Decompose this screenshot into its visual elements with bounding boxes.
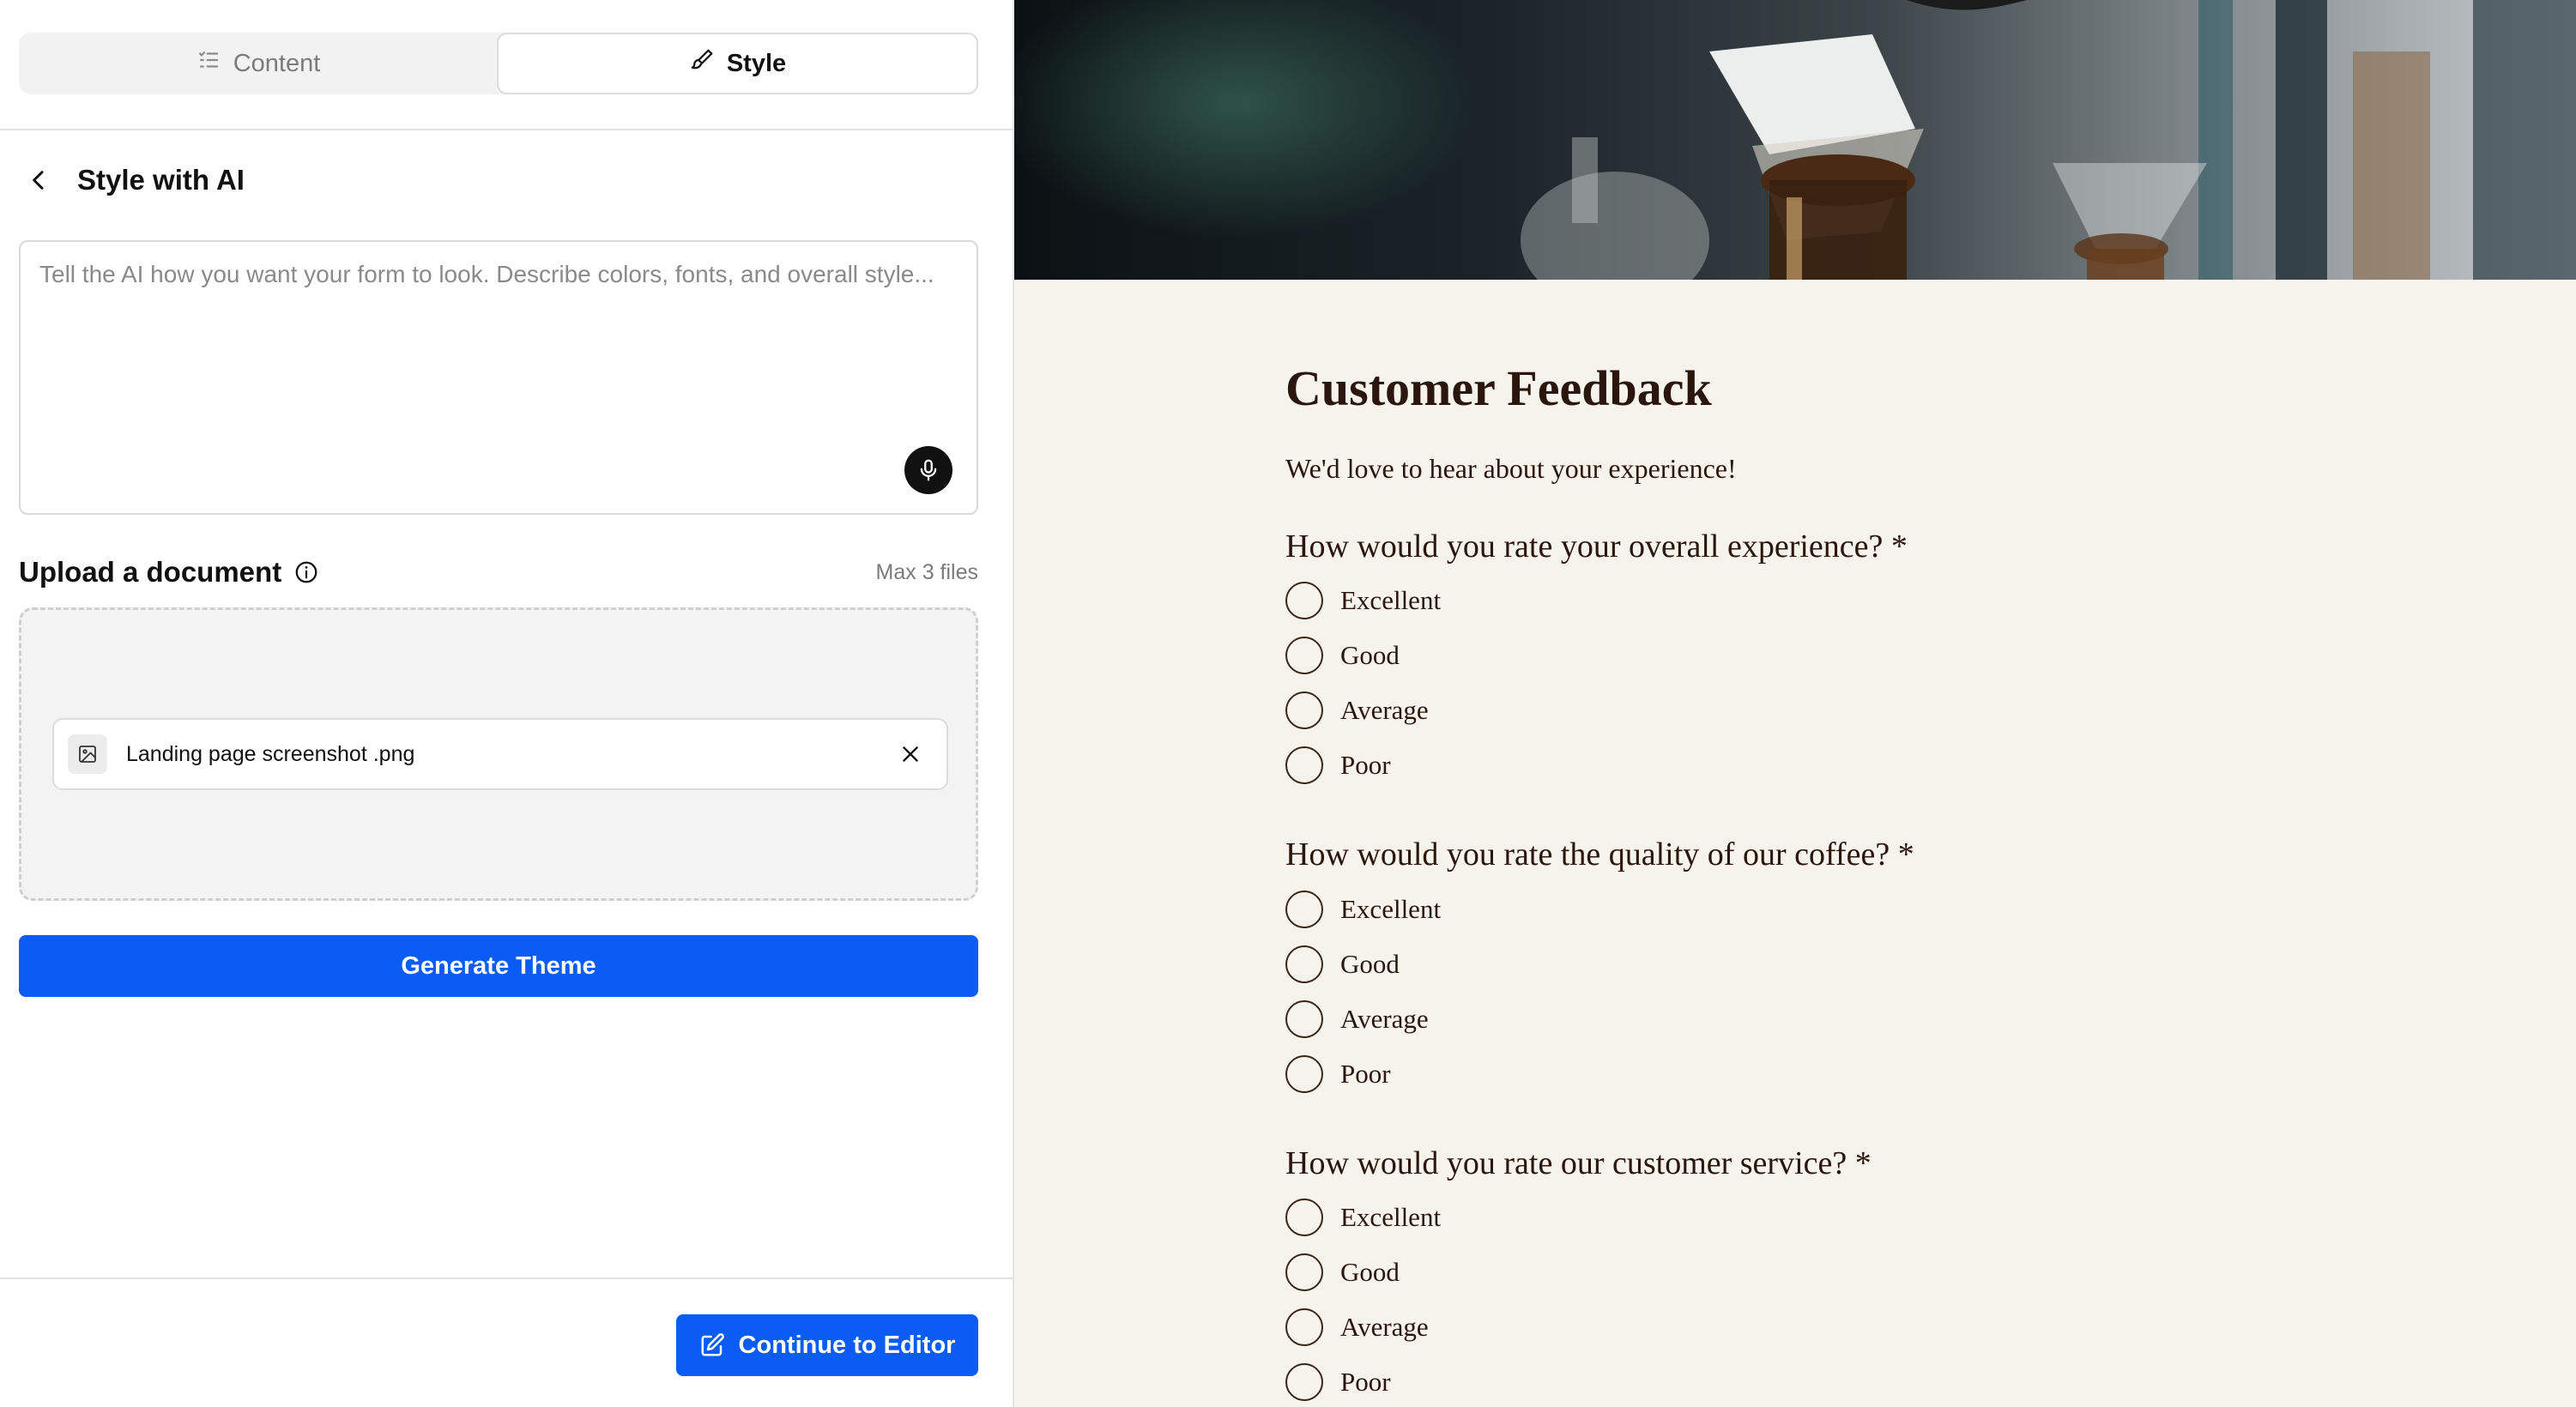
generate-theme-button[interactable]: Generate Theme <box>19 935 978 997</box>
form-title: Customer Feedback <box>1285 360 1712 416</box>
option-label: Good <box>1340 1257 1400 1288</box>
back-button[interactable] <box>26 163 51 197</box>
uploaded-file: Landing page screenshot .png <box>52 718 948 790</box>
tab-style[interactable]: Style <box>497 33 978 94</box>
style-prompt-input[interactable] <box>21 242 977 513</box>
radio-option[interactable]: Average <box>1285 992 2315 1047</box>
radio-button[interactable] <box>1285 999 1323 1038</box>
radio-option[interactable]: Excellent <box>1285 1190 2315 1245</box>
divider <box>0 1277 1013 1279</box>
divider <box>0 129 1013 130</box>
option-label: Excellent <box>1340 585 1442 616</box>
hero-image <box>1014 0 2576 280</box>
radio-button[interactable] <box>1285 890 1323 928</box>
radio-button[interactable] <box>1285 582 1323 620</box>
brush-icon <box>689 47 715 80</box>
question-label: How would you rate your overall experien… <box>1285 528 1908 565</box>
chevron-left-icon <box>33 171 44 190</box>
radio-group: Excellent Good Average Poor <box>1285 573 2315 793</box>
voice-input-button[interactable] <box>904 446 952 494</box>
option-label: Average <box>1340 695 1429 726</box>
continue-label: Continue to Editor <box>738 1331 956 1359</box>
radio-group: Excellent Good Average Poor <box>1285 882 2315 1102</box>
radio-button[interactable] <box>1285 637 1323 675</box>
option-label: Poor <box>1340 750 1391 781</box>
radio-button[interactable] <box>1285 1308 1323 1347</box>
app-window: Content Style Style with AI Tell the AI … <box>0 0 2576 1407</box>
option-label: Poor <box>1340 1058 1391 1089</box>
upload-header: Upload a document Max 3 files <box>19 556 978 589</box>
option-label: Excellent <box>1340 893 1442 924</box>
question-label: How would you rate the quality of our co… <box>1285 836 1914 873</box>
tab-content-label: Content <box>233 49 321 77</box>
radio-option[interactable]: Good <box>1285 1245 2315 1300</box>
question-label: How would you rate our customer service?… <box>1285 1144 1872 1181</box>
question-coffee-quality: How would you rate the quality of our co… <box>1285 836 2315 1102</box>
radio-button[interactable] <box>1285 746 1323 785</box>
radio-option[interactable]: Poor <box>1285 1047 2315 1102</box>
radio-option[interactable]: Average <box>1285 1300 2315 1355</box>
radio-option[interactable]: Excellent <box>1285 573 2315 628</box>
radio-option[interactable]: Good <box>1285 937 2315 992</box>
option-label: Average <box>1340 1003 1429 1034</box>
question-customer-service: How would you rate our customer service?… <box>1285 1144 2315 1407</box>
option-label: Average <box>1340 1312 1429 1343</box>
info-icon[interactable] <box>293 559 319 585</box>
radio-option[interactable]: Poor <box>1285 1355 2315 1407</box>
form-preview: Customer Feedback We'd love to hear abou… <box>1014 0 2576 1407</box>
tab-content[interactable]: Content <box>19 33 497 94</box>
panel-tabs: Content Style <box>19 33 978 94</box>
option-label: Good <box>1340 948 1400 979</box>
question-overall-experience: How would you rate your overall experien… <box>1285 528 2315 794</box>
option-label: Poor <box>1340 1367 1391 1398</box>
option-label: Good <box>1340 640 1400 671</box>
radio-option[interactable]: Excellent <box>1285 882 2315 937</box>
close-icon <box>903 746 918 762</box>
radio-group: Excellent Good Average Poor <box>1285 1190 2315 1407</box>
max-files-note: Max 3 files <box>875 559 978 584</box>
radio-button[interactable] <box>1285 1054 1323 1093</box>
radio-button[interactable] <box>1285 691 1323 730</box>
continue-to-editor-button[interactable]: Continue to Editor <box>676 1314 978 1376</box>
microphone-icon <box>920 459 937 481</box>
upload-label-group: Upload a document <box>19 556 319 589</box>
image-icon <box>68 734 107 774</box>
radio-button[interactable] <box>1285 1253 1323 1292</box>
edit-icon <box>701 1333 724 1356</box>
file-name: Landing page screenshot .png <box>126 741 415 766</box>
style-panel: Content Style Style with AI Tell the AI … <box>0 0 1014 1407</box>
upload-label: Upload a document <box>19 556 282 588</box>
panel-title: Style with AI <box>77 164 245 196</box>
tab-style-label: Style <box>726 49 787 77</box>
option-label: Excellent <box>1340 1202 1442 1233</box>
panel-header: Style with AI <box>26 163 245 197</box>
form-subtitle: We'd love to hear about your experience! <box>1285 452 1737 484</box>
radio-option[interactable]: Poor <box>1285 738 2315 793</box>
radio-button[interactable] <box>1285 1199 1323 1237</box>
remove-file-button[interactable] <box>893 737 928 771</box>
radio-button[interactable] <box>1285 1363 1323 1402</box>
style-prompt-field <box>19 240 978 515</box>
radio-button[interactable] <box>1285 945 1323 983</box>
radio-option[interactable]: Good <box>1285 628 2315 683</box>
list-icon <box>196 47 221 80</box>
radio-option[interactable]: Average <box>1285 683 2315 738</box>
upload-dropzone[interactable]: Landing page screenshot .png <box>19 607 978 901</box>
feedback-form: Customer Feedback We'd love to hear abou… <box>1285 359 2315 1407</box>
